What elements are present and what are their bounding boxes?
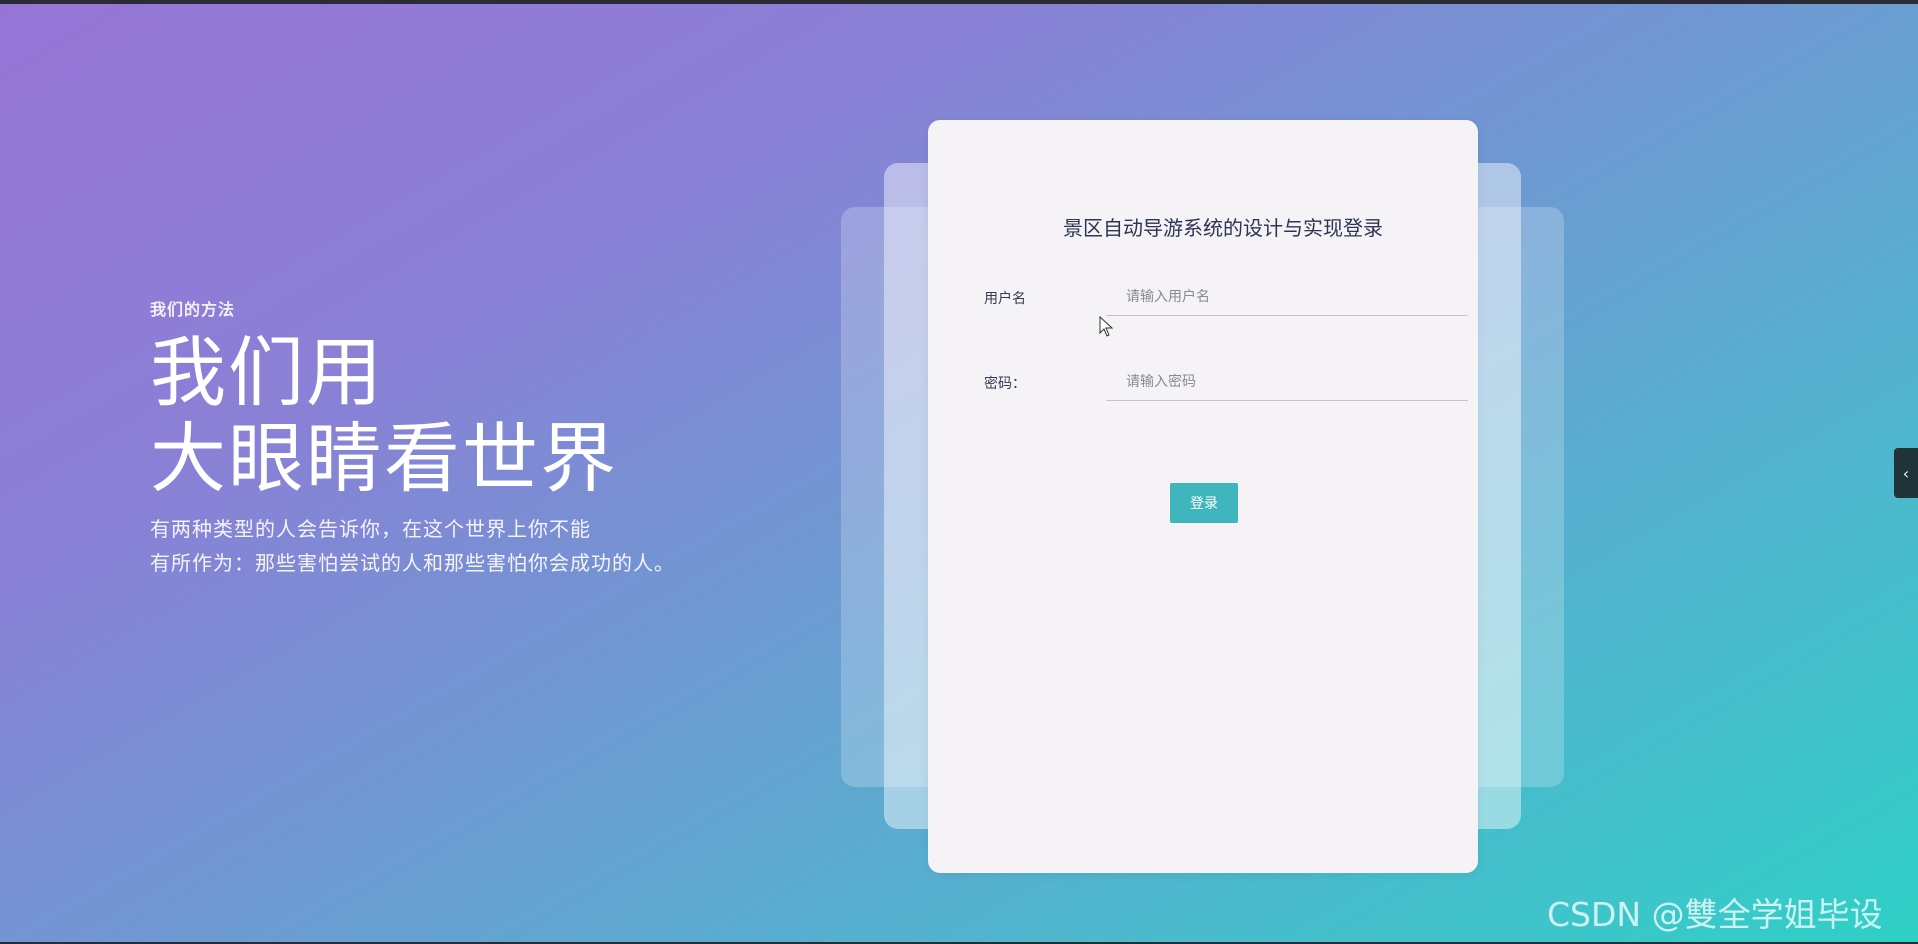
- hero-description-line-1: 有两种类型的人会告诉你，在这个世界上你不能: [150, 517, 591, 541]
- hero-section: 我们的方法 我们用 大眼睛看世界 有两种类型的人会告诉你，在这个世界上你不能 有…: [150, 296, 675, 580]
- login-button[interactable]: 登录: [1170, 483, 1238, 523]
- side-panel-toggle[interactable]: ‹: [1894, 448, 1918, 498]
- login-page: 我们的方法 我们用 大眼睛看世界 有两种类型的人会告诉你，在这个世界上你不能 有…: [0, 0, 1918, 944]
- hero-description: 有两种类型的人会告诉你，在这个世界上你不能 有所作为：那些害怕尝试的人和那些害怕…: [150, 512, 675, 580]
- hero-title-line-1: 我们用: [150, 328, 384, 417]
- chevron-left-icon: ‹: [1902, 463, 1910, 483]
- hero-description-line-2: 有所作为：那些害怕尝试的人和那些害怕你会成功的人。: [150, 551, 675, 575]
- mouse-cursor-icon: [1099, 316, 1114, 337]
- username-input[interactable]: [1106, 278, 1468, 316]
- top-border: [0, 0, 1918, 4]
- login-card: 景区自动导游系统的设计与实现登录 用户名 密码： 登录: [928, 120, 1478, 873]
- watermark: CSDN @雙全学姐毕设: [1547, 895, 1883, 934]
- password-input[interactable]: [1106, 363, 1468, 401]
- username-row: 用户名: [984, 278, 1468, 318]
- password-label: 密码：: [984, 376, 1026, 392]
- login-title: 景区自动导游系统的设计与实现登录: [1063, 216, 1383, 240]
- hero-title: 我们用 大眼睛看世界: [150, 330, 675, 502]
- password-row: 密码：: [984, 363, 1468, 403]
- username-label: 用户名: [984, 291, 1026, 307]
- hero-eyebrow: 我们的方法: [150, 300, 236, 319]
- hero-title-line-2: 大眼睛看世界: [150, 414, 618, 503]
